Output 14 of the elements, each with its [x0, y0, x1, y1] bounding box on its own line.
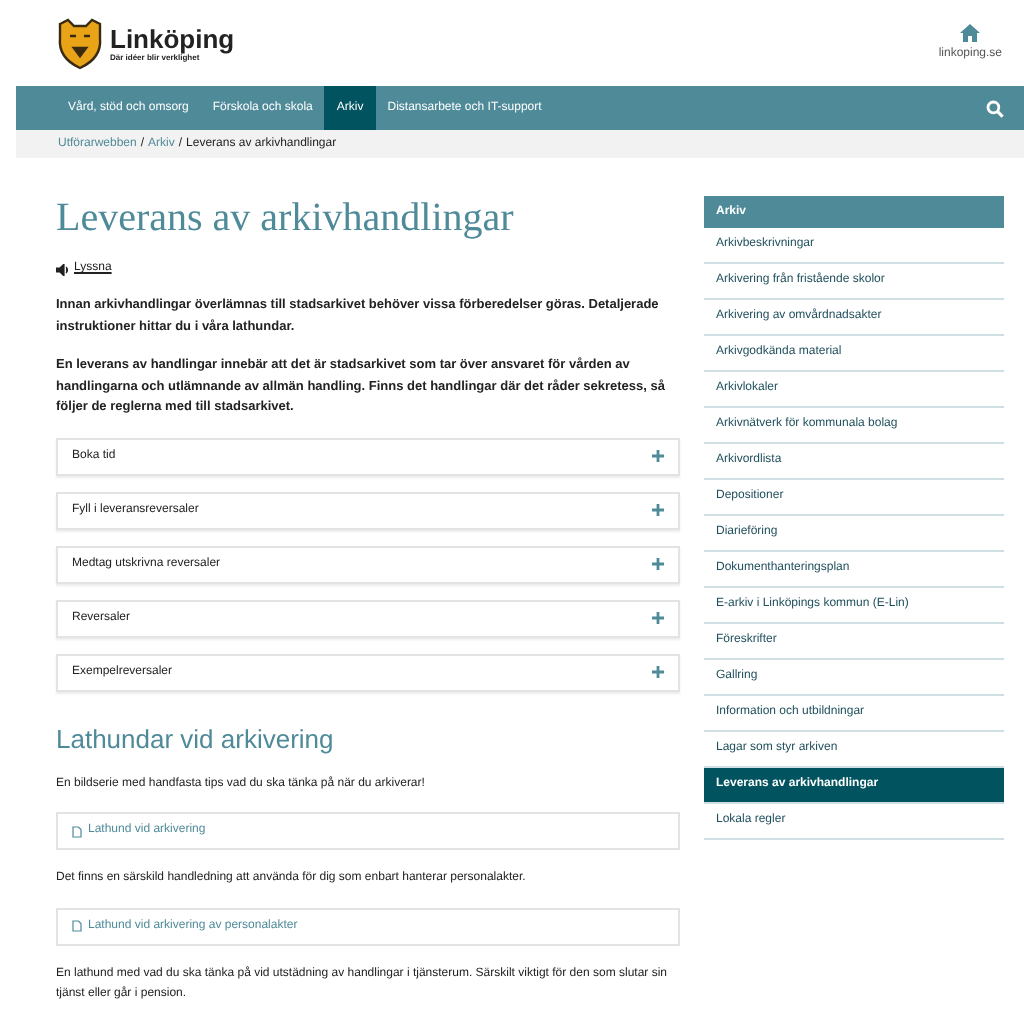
page-title: Leverans av arkivhandlingar — [56, 194, 516, 242]
plus-icon — [652, 558, 664, 570]
lion-head-icon — [56, 17, 104, 69]
document-icon — [72, 825, 82, 837]
plus-icon — [652, 450, 664, 462]
document-icon — [72, 920, 82, 932]
plus-icon — [652, 666, 664, 678]
search-icon[interactable] — [986, 99, 1004, 117]
speaker-icon — [56, 263, 70, 275]
section-heading: Lathundar vid arkivering — [56, 723, 336, 755]
home-icon[interactable] — [960, 23, 981, 41]
plus-icon — [652, 612, 664, 624]
brand-name: Linköping — [110, 25, 235, 51]
plus-icon — [652, 504, 664, 516]
